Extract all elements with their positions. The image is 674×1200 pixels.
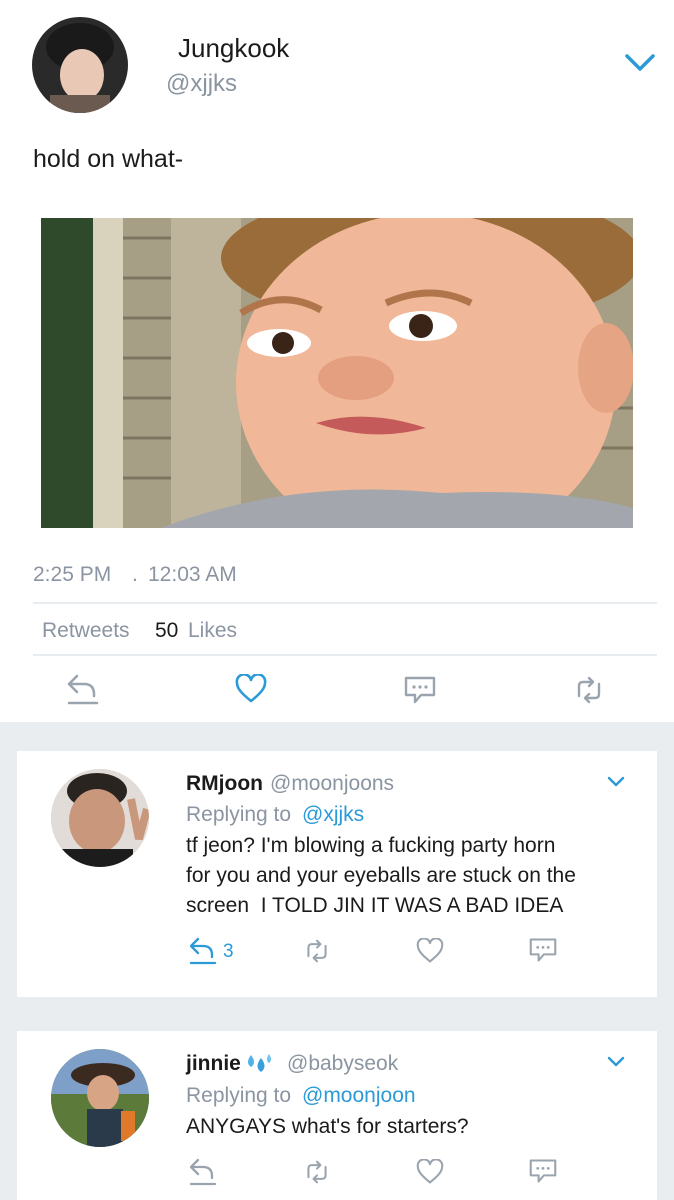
divider (33, 602, 657, 604)
reply-icon[interactable] (189, 1157, 217, 1187)
likes-stat-label[interactable]: Likes (188, 619, 237, 643)
author-handle[interactable]: @xjjks (166, 70, 237, 98)
reply-handle[interactable]: @babyseok (287, 1052, 398, 1076)
retweet-icon[interactable] (301, 1160, 333, 1184)
chevron-down-icon[interactable] (607, 1055, 625, 1069)
tweet-date: 12:03 AM (148, 563, 237, 586)
reply-text-line: ANYGAYS what's for starters? (186, 1115, 469, 1138)
time-separator: . (132, 563, 138, 586)
reply-avatar[interactable] (51, 769, 149, 867)
tweet-text: hold on what- (33, 145, 184, 173)
heart-icon[interactable] (235, 674, 267, 704)
replying-to-prefix: Replying to (186, 803, 292, 826)
tweet-photo[interactable] (41, 218, 633, 528)
reply-count: 3 (223, 941, 234, 962)
comment-icon[interactable] (403, 674, 437, 706)
reply-icon[interactable] (66, 672, 100, 706)
author-display-name[interactable]: Jungkook (178, 33, 289, 64)
chevron-down-icon[interactable] (624, 52, 656, 74)
retweet-icon[interactable] (301, 939, 333, 963)
reply-avatar[interactable] (51, 1049, 149, 1147)
heart-icon[interactable] (416, 938, 444, 964)
reply-icon[interactable] (189, 936, 217, 966)
reply-text-line: screen I TOLD JIN IT WAS A BAD IDEA (186, 894, 564, 917)
retweet-icon[interactable] (571, 676, 607, 704)
likes-count[interactable]: 50 (155, 619, 178, 643)
reply-text-line: for you and your eyeballs are stuck on t… (186, 864, 576, 887)
droplets-emoji (243, 1053, 273, 1075)
reply-handle[interactable]: @moonjoons (270, 772, 394, 796)
reply-display-name[interactable]: jinnie (186, 1052, 241, 1076)
reply-text-line: tf jeon? I'm blowing a fucking party hor… (186, 834, 556, 857)
replying-to-link[interactable]: @moonjoon (302, 1084, 416, 1108)
tweet-time: 2:25 PM (33, 563, 112, 586)
replying-to-link[interactable]: @xjjks (302, 803, 364, 827)
comment-icon[interactable] (528, 936, 558, 964)
retweets-stat-label[interactable]: Retweets (42, 619, 130, 643)
reply-card[interactable]: jinnie @babyseok Replying to @moonjoon A… (17, 1031, 657, 1200)
heart-icon[interactable] (416, 1159, 444, 1185)
reply-display-name[interactable]: RMjoon (186, 772, 263, 796)
divider (33, 654, 657, 656)
reply-card[interactable]: RMjoon @moonjoons Replying to @xjjks tf … (17, 751, 657, 997)
replying-to-prefix: Replying to (186, 1084, 292, 1107)
comment-icon[interactable] (528, 1157, 558, 1185)
author-avatar[interactable] (32, 17, 128, 113)
chevron-down-icon[interactable] (607, 775, 625, 789)
